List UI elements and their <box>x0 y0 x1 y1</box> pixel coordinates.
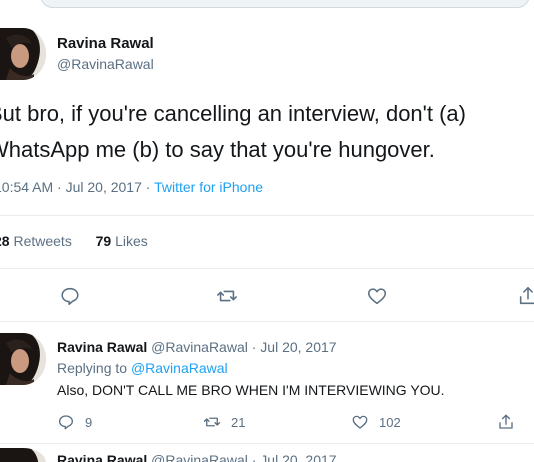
profile-photo <box>0 28 46 80</box>
tweet-meta: 10:54 AM · Jul 20, 2017 · Twitter for iP… <box>0 179 263 195</box>
tweet-text-line: But bro, if you're cancelling an intervi… <box>0 101 466 126</box>
share-icon <box>499 414 513 429</box>
tweet-text-line: WhatsApp me (b) to say that you're hungo… <box>0 137 435 162</box>
reply-handle-date[interactable]: @RavinaRawal · Jul 20, 2017 <box>147 339 336 355</box>
avatar[interactable] <box>0 333 46 385</box>
like-count: 102 <box>379 414 401 430</box>
reply-retweet-button[interactable]: 21 <box>203 413 245 431</box>
reply-reply-button[interactable]: 9 <box>57 413 92 431</box>
divider <box>0 268 534 269</box>
replying-to-link[interactable]: @RavinaRawal <box>131 360 228 376</box>
next-author-name[interactable]: Ravina Rawal <box>57 452 147 462</box>
reply-text: Also, DON'T CALL ME BRO WHEN I'M INTERVI… <box>57 382 445 398</box>
divider <box>0 443 534 444</box>
replying-to: Replying to @RavinaRawal <box>57 360 228 376</box>
next-handle-date[interactable]: @RavinaRawal · Jul 20, 2017 <box>147 452 336 462</box>
search-bar[interactable]: ✕ <box>40 0 530 8</box>
retweets-stat[interactable]: 28 Retweets <box>0 233 72 249</box>
close-icon[interactable]: ✕ <box>512 0 523 1</box>
retweet-icon[interactable] <box>216 285 238 307</box>
share-icon[interactable] <box>517 285 534 307</box>
divider <box>0 215 534 216</box>
reply-header: Ravina Rawal @RavinaRawal · Jul 20, 2017 <box>57 339 337 355</box>
divider <box>0 321 534 322</box>
avatar[interactable] <box>0 28 46 80</box>
likes-label: Likes <box>111 233 148 249</box>
tweet-text: But bro, if you're cancelling an intervi… <box>0 96 534 168</box>
like-icon[interactable] <box>366 285 388 307</box>
tweet-thread-page: ✕ Ravina Rawal @RavinaRawal But bro, if … <box>0 0 534 462</box>
retweets-count: 28 <box>0 233 10 249</box>
retweet-icon <box>203 417 221 427</box>
profile-photo <box>0 448 46 462</box>
tweet-stats: 28 Retweets 79 Likes <box>0 233 148 249</box>
reply-like-button[interactable]: 102 <box>351 413 401 431</box>
retweet-count: 21 <box>231 414 246 430</box>
reply-share-button[interactable] <box>497 413 525 431</box>
retweets-label: Retweets <box>9 233 72 249</box>
reply-icon[interactable] <box>59 285 81 307</box>
reply-icon <box>58 415 74 430</box>
tweet-actions <box>0 285 534 309</box>
author-name[interactable]: Ravina Rawal <box>57 35 154 52</box>
reply-actions: 9 21 102 <box>57 413 527 433</box>
reply-author-name[interactable]: Ravina Rawal <box>57 339 147 355</box>
replying-prefix: Replying to <box>57 360 131 376</box>
reply-count: 9 <box>85 414 93 430</box>
meta-separator: · <box>141 179 155 195</box>
tweet-source[interactable]: Twitter for iPhone <box>154 179 263 195</box>
profile-photo <box>0 333 46 385</box>
likes-stat[interactable]: 79 Likes <box>96 233 148 249</box>
tweet-time[interactable]: 10:54 AM · Jul 20, 2017 <box>0 179 142 195</box>
like-icon <box>352 415 368 429</box>
author-handle[interactable]: @RavinaRawal <box>57 56 154 72</box>
avatar[interactable] <box>0 448 46 462</box>
next-tweet-header: Ravina Rawal @RavinaRawal · Jul 20, 2017 <box>57 452 337 462</box>
likes-count: 79 <box>95 233 112 249</box>
